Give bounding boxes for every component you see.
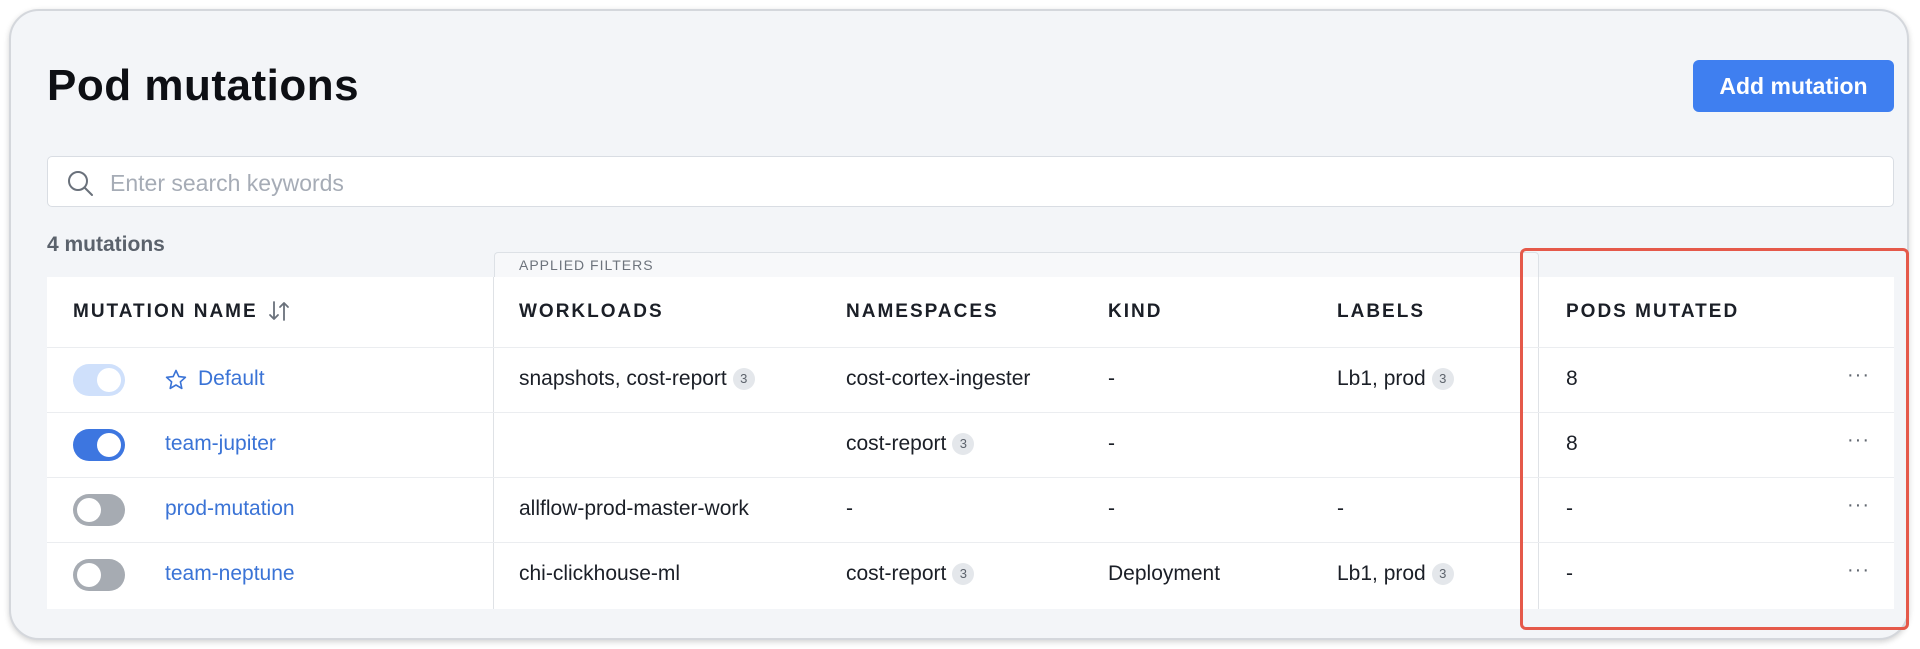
count-badge: 3 (952, 563, 975, 585)
toggle-knob (77, 563, 101, 587)
namespaces-text: cost-report (846, 432, 947, 455)
column-header-mutation-name[interactable]: MUTATION NAME (73, 301, 258, 323)
more-icon[interactable]: ··· (1847, 559, 1870, 582)
column-header-namespaces: NAMESPACES (846, 301, 999, 322)
kind-cell: - (1108, 367, 1115, 390)
mutation-toggle[interactable] (73, 494, 125, 526)
mutation-name-link[interactable]: team-neptune (165, 562, 295, 586)
more-icon[interactable]: ··· (1847, 364, 1870, 387)
mutations-table: MUTATION NAME WORKLOADS NAMESPACES KIND … (47, 277, 1894, 609)
more-icon[interactable]: ··· (1847, 429, 1870, 452)
app-frame: Pod mutations Add mutation 4 mutations A… (9, 9, 1909, 640)
mutation-name-link[interactable]: team-jupiter (165, 432, 276, 456)
page-title: Pod mutations (47, 61, 360, 110)
mutation-name-link[interactable]: Default (198, 367, 265, 391)
namespaces-cell: - (846, 497, 853, 520)
table-row[interactable]: Default snapshots, cost-report 3 cost-cor… (47, 347, 1894, 413)
namespaces-cell: cost-report 3 (846, 432, 975, 456)
labels-text: Lb1, prod (1337, 562, 1426, 585)
pods-mutated-cell: - (1566, 497, 1573, 520)
labels-cell: Lb1, prod 3 (1337, 367, 1454, 391)
table-row[interactable]: team-jupiter cost-report 3 - 8 ··· (47, 412, 1894, 478)
kind-cell: Deployment (1108, 562, 1221, 585)
toggle-knob (97, 368, 121, 392)
namespaces-cell: cost-cortex-ingester (846, 367, 1031, 390)
count-badge: 3 (732, 368, 755, 390)
pods-mutated-cell: - (1566, 562, 1573, 585)
search-input[interactable] (108, 165, 1872, 201)
toggle-knob (97, 433, 121, 457)
labels-text: Lb1, prod (1337, 367, 1426, 390)
table-row[interactable]: prod-mutation allflow-prod-master-work -… (47, 477, 1894, 543)
more-icon[interactable]: ··· (1847, 494, 1870, 517)
labels-cell: Lb1, prod 3 (1337, 562, 1454, 586)
applied-filters-group: APPLIED FILTERS (494, 252, 1539, 278)
mutation-toggle[interactable] (73, 364, 125, 396)
namespaces-cell: cost-report 3 (846, 562, 975, 586)
mutation-toggle[interactable] (73, 559, 125, 591)
toggle-knob (77, 498, 101, 522)
applied-filters-label: APPLIED FILTERS (519, 257, 654, 273)
workloads-cell: chi-clickhouse-ml (519, 562, 681, 585)
labels-cell: - (1337, 497, 1344, 520)
kind-cell: - (1108, 432, 1115, 455)
column-header-labels: LABELS (1337, 301, 1425, 322)
table-row[interactable]: team-neptune chi-clickhouse-ml cost-repo… (47, 542, 1894, 608)
column-header-pods-mutated: PODS MUTATED (1566, 301, 1740, 322)
workloads-text: snapshots, cost-report (519, 367, 727, 390)
pods-mutated-cell: 8 (1566, 432, 1578, 455)
mutation-toggle[interactable] (73, 429, 125, 461)
count-badge: 3 (1431, 368, 1454, 390)
mutation-count: 4 mutations (47, 233, 165, 256)
mutation-name-link[interactable]: prod-mutation (165, 497, 295, 521)
star-icon (164, 368, 188, 397)
add-mutation-button[interactable]: Add mutation (1693, 60, 1894, 112)
workloads-cell: snapshots, cost-report 3 (519, 367, 755, 391)
workloads-cell: allflow-prod-master-work (519, 497, 749, 520)
kind-cell: - (1108, 497, 1115, 520)
search-box[interactable] (47, 156, 1894, 207)
pods-mutated-cell: 8 (1566, 367, 1578, 390)
count-badge: 3 (952, 433, 975, 455)
sort-icon[interactable] (267, 299, 291, 328)
column-header-kind: KIND (1108, 301, 1163, 322)
count-badge: 3 (1431, 563, 1454, 585)
column-header-workloads: WORKLOADS (519, 301, 664, 322)
namespaces-text: cost-report (846, 562, 947, 585)
search-icon (66, 169, 94, 202)
